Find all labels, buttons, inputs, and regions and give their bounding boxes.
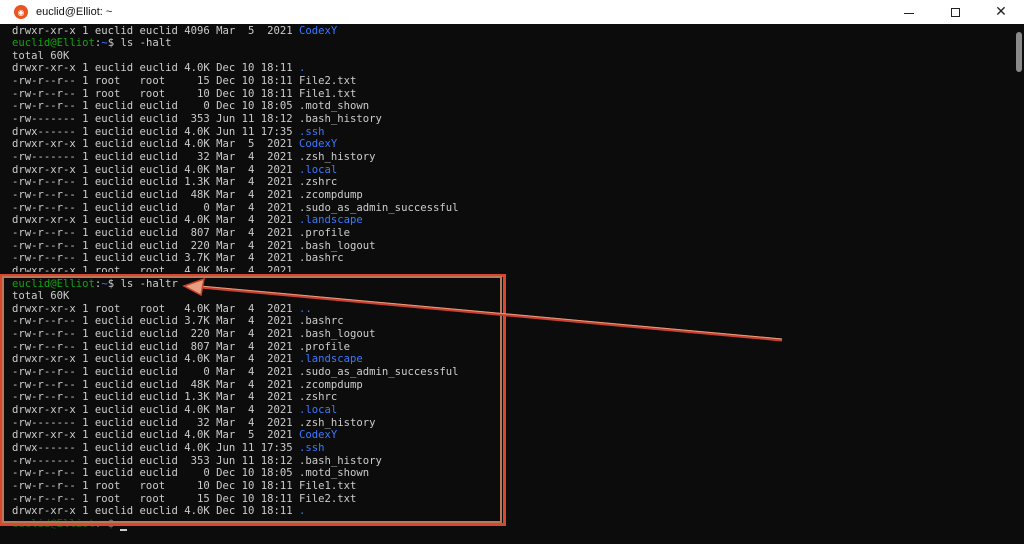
total-size: total 60K — [12, 49, 70, 62]
prompt-symbol: $ — [107, 37, 121, 50]
directory-name: .ssh — [299, 125, 325, 138]
annotation-inner-box — [2, 276, 502, 523]
file-attributes: -rw-r--r-- 1 root root 15 Dec 10 18:11 — [12, 75, 300, 88]
file-attributes: -rw-r--r-- 1 euclid euclid 48K Mar 4 202… — [12, 188, 300, 201]
table-row: -rw-r--r-- 1 euclid euclid 1.3K Mar 4 20… — [12, 176, 337, 189]
table-row: drwxr-xr-x 1 euclid euclid 4096 Mar 5 20… — [12, 25, 337, 38]
table-row: drwxr-xr-x 1 euclid euclid 4.0K Mar 5 20… — [12, 138, 337, 151]
file-attributes: drwxr-xr-x 1 euclid euclid 4.0K Dec 10 1… — [12, 62, 300, 75]
table-row: -rw-r--r-- 1 euclid euclid 220 Mar 4 202… — [12, 240, 376, 253]
table-row: -rw-r--r-- 1 root root 10 Dec 10 18:11 F… — [12, 88, 356, 101]
directory-name: CodexY — [299, 24, 338, 37]
file-name: .bash_logout — [299, 239, 376, 252]
table-row: -rw-r--r-- 1 root root 15 Dec 10 18:11 F… — [12, 75, 356, 88]
table-row: drwxr-xr-x 1 euclid euclid 4.0K Mar 4 20… — [12, 214, 363, 227]
file-attributes: drwx------ 1 euclid euclid 4.0K Jun 11 1… — [12, 125, 300, 138]
file-attributes: -rw------- 1 euclid euclid 32 Mar 4 2021 — [12, 151, 300, 163]
file-name: .zsh_history — [299, 151, 376, 163]
maximize-icon — [950, 7, 960, 17]
table-row: drwx------ 1 euclid euclid 4.0K Jun 11 1… — [12, 126, 325, 139]
command-text: ls -halt — [120, 37, 172, 50]
table-row: -rw-r--r-- 1 euclid euclid 3.7K Mar 4 20… — [12, 252, 344, 265]
command-line-halt: euclid@Elliot:~$ ls -halt — [12, 37, 172, 50]
table-row: -rw------- 1 euclid euclid 353 Jun 11 18… — [12, 113, 382, 126]
close-button[interactable]: ✕ — [978, 0, 1024, 24]
file-name: .bashrc — [299, 252, 344, 265]
file-attributes: -rw-r--r-- 1 euclid euclid 1.3K Mar 4 20… — [12, 176, 300, 189]
window-title: euclid@Elliot: ~ — [36, 6, 113, 18]
table-row: drwxr-xr-x 1 euclid euclid 4.0K Dec 10 1… — [12, 62, 305, 75]
file-attributes: drwxr-xr-x 1 euclid euclid 4096 Mar 5 20… — [12, 24, 300, 37]
directory-name: .local — [299, 163, 338, 176]
minimize-button[interactable] — [886, 0, 932, 24]
directory-name: . — [299, 62, 306, 75]
maximize-button[interactable] — [932, 0, 978, 24]
file-name: .profile — [299, 226, 351, 239]
file-attributes: -rw-r--r-- 1 euclid euclid 0 Dec 10 18:0… — [12, 100, 300, 113]
directory-name: .. — [299, 264, 312, 273]
minimize-icon — [904, 12, 914, 14]
file-name: .zcompdump — [299, 188, 363, 201]
cursor — [120, 528, 128, 531]
total-line: total 60K — [12, 50, 69, 63]
directory-name: CodexY — [299, 138, 338, 151]
file-attributes: drwxr-xr-x 1 root root 4.0K Mar 4 2021 — [12, 264, 300, 273]
file-name: .sudo_as_admin_successful — [299, 201, 459, 214]
table-row: -rw-r--r-- 1 euclid euclid 0 Mar 4 2021 … — [12, 202, 458, 215]
close-icon: ✕ — [995, 4, 1007, 20]
prompt-user-host: euclid@Elliot — [12, 37, 95, 50]
file-attributes: -rw-r--r-- 1 root root 10 Dec 10 18:11 — [12, 87, 300, 100]
file-attributes: -rw-r--r-- 1 euclid euclid 220 Mar 4 202… — [12, 239, 300, 252]
file-attributes: drwxr-xr-x 1 euclid euclid 4.0K Mar 4 20… — [12, 214, 300, 227]
table-row: drwxr-xr-x 1 euclid euclid 4.0K Mar 4 20… — [12, 164, 337, 177]
table-row: -rw------- 1 euclid euclid 32 Mar 4 2021… — [12, 151, 376, 164]
file-name: File2.txt — [299, 75, 357, 88]
table-row: -rw-r--r-- 1 euclid euclid 48K Mar 4 202… — [12, 189, 363, 202]
file-name: File1.txt — [299, 87, 357, 100]
file-attributes: -rw------- 1 euclid euclid 353 Jun 11 18… — [12, 113, 300, 126]
table-row: drwxr-xr-x 1 root root 4.0K Mar 4 2021 .… — [12, 265, 312, 273]
window-controls: ✕ — [886, 0, 1024, 24]
file-attributes: -rw-r--r-- 1 euclid euclid 0 Mar 4 2021 — [12, 201, 300, 214]
file-attributes: -rw-r--r-- 1 euclid euclid 3.7K Mar 4 20… — [12, 252, 300, 265]
file-attributes: drwxr-xr-x 1 euclid euclid 4.0K Mar 5 20… — [12, 138, 300, 151]
directory-name: .landscape — [299, 214, 363, 227]
file-name: .motd_shown — [299, 100, 370, 113]
file-attributes: -rw-r--r-- 1 euclid euclid 807 Mar 4 202… — [12, 226, 300, 239]
file-name: .zshrc — [299, 176, 338, 189]
title-bar[interactable]: ◉ euclid@Elliot: ~ ✕ — [0, 0, 1024, 24]
ubuntu-icon: ◉ — [14, 5, 28, 19]
table-row: -rw-r--r-- 1 euclid euclid 0 Dec 10 18:0… — [12, 100, 369, 113]
file-attributes: drwxr-xr-x 1 euclid euclid 4.0K Mar 4 20… — [12, 163, 300, 176]
file-name: .bash_history — [299, 113, 382, 126]
scrollbar-thumb[interactable] — [1016, 32, 1022, 72]
table-row: -rw-r--r-- 1 euclid euclid 807 Mar 4 202… — [12, 227, 350, 240]
scrollbar[interactable] — [1014, 32, 1022, 502]
